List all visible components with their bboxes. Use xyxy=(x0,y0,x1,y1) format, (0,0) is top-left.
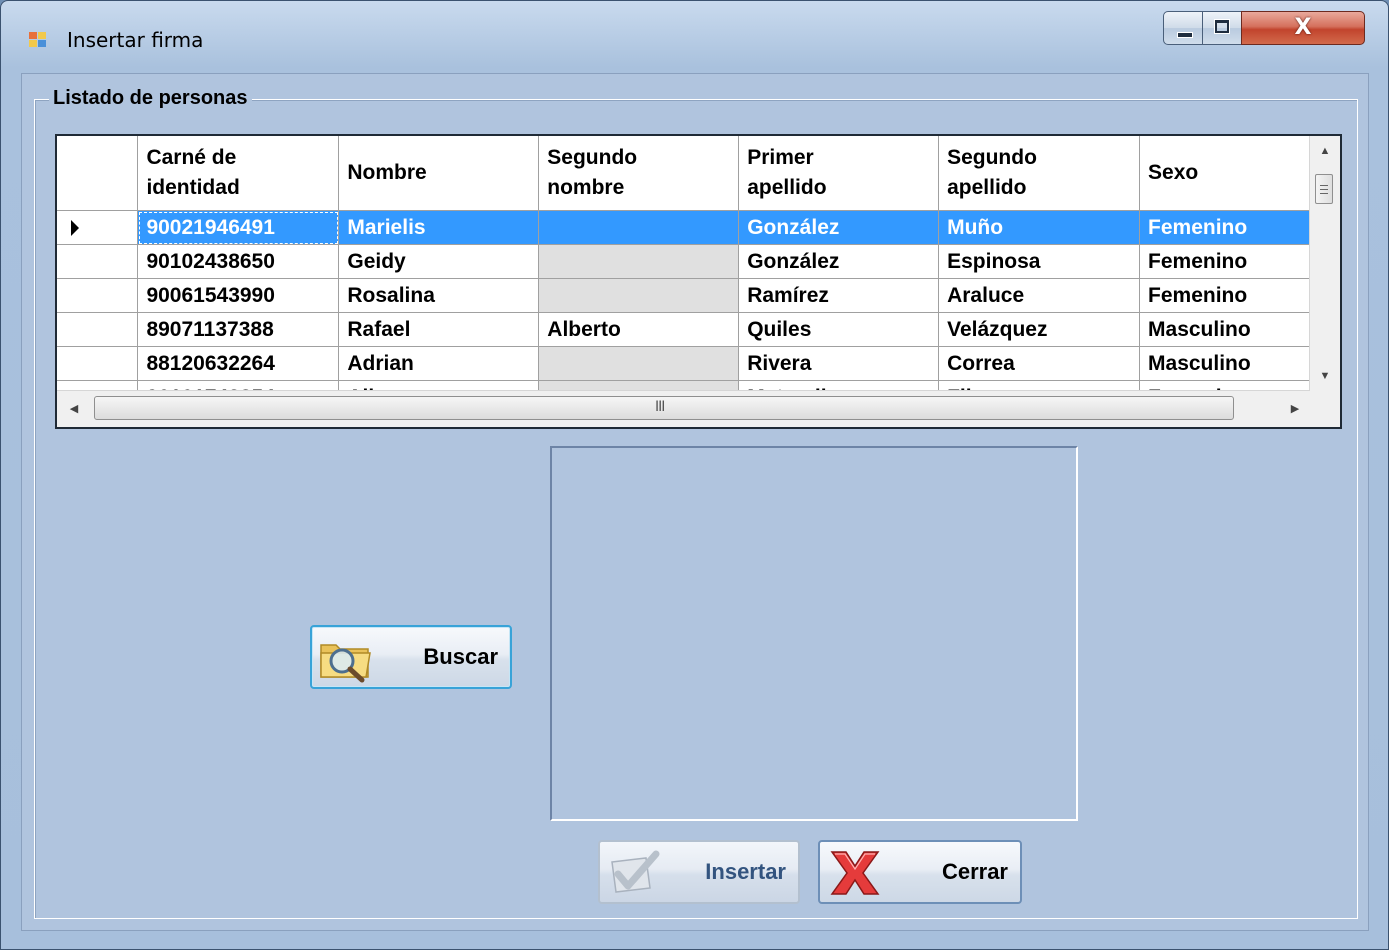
horizontal-scroll-thumb[interactable]: III xyxy=(94,396,1234,420)
table-cell[interactable]: 88120632264 xyxy=(137,346,340,381)
table-row[interactable]: 88120632264 Adrian Rivera Correa Masculino xyxy=(57,346,1340,381)
row-header-cell[interactable] xyxy=(57,346,139,381)
folder-magnifier-icon xyxy=(320,644,371,683)
table-cell[interactable]: Velázquez xyxy=(938,312,1141,347)
vertical-scroll-thumb[interactable] xyxy=(1315,174,1333,204)
column-header-segundo-nombre[interactable]: Segundo nombre xyxy=(538,136,740,211)
close-icon: X xyxy=(1294,15,1312,40)
insertar-button[interactable]: Insertar xyxy=(598,840,800,904)
table-row[interactable]: 90061543990 Rosalina Ramírez Araluce Femenin… xyxy=(57,278,1340,313)
table-cell[interactable]: Araluce xyxy=(938,278,1141,313)
cerrar-button[interactable]: Cerrar xyxy=(818,840,1022,904)
grid-table: Carné de identidad Nombre Segundo nombre P… xyxy=(57,136,1340,415)
cerrar-button-label: Cerrar xyxy=(941,859,1008,884)
column-header-nombre[interactable]: Nombre xyxy=(338,136,540,211)
horizontal-scrollbar[interactable]: ◀ III ▶ xyxy=(57,390,1310,427)
scrollbar-corner xyxy=(1307,391,1340,427)
table-cell[interactable]: Espinosa xyxy=(938,244,1141,279)
title-bar[interactable]: Insertar firma X xyxy=(1,1,1388,71)
minimize-icon xyxy=(1177,32,1193,38)
red-x-icon xyxy=(830,851,880,895)
signature-picture-box xyxy=(550,446,1078,821)
maximize-icon xyxy=(1214,19,1230,34)
table-row[interactable]: 90021946491 Marielis González Muño Femenino xyxy=(57,210,1340,245)
grid-header-row: Carné de identidad Nombre Segundo nombre P… xyxy=(57,136,1340,211)
scroll-left-arrow-icon[interactable]: ◀ xyxy=(59,391,89,427)
form-client-area: Listado de personas Carné de identidad No… xyxy=(21,73,1369,931)
table-row[interactable]: 89071137388 Rafael Alberto Quiles Velázquez M… xyxy=(57,312,1340,347)
table-cell[interactable]: Marielis xyxy=(338,210,540,245)
close-button[interactable]: X xyxy=(1241,11,1365,45)
table-cell[interactable]: González xyxy=(738,210,940,245)
table-row[interactable]: 90102438650 Geidy González Espinosa Femenino xyxy=(57,244,1340,279)
table-cell[interactable]: Rivera xyxy=(738,346,940,381)
table-cell[interactable] xyxy=(538,278,740,313)
scroll-grip-icon: III xyxy=(655,399,665,415)
table-cell[interactable] xyxy=(538,210,740,245)
window: Insertar firma X Listado de personas Car… xyxy=(0,0,1389,950)
scroll-up-arrow-icon[interactable]: ▲ xyxy=(1310,136,1340,166)
table-cell[interactable]: González xyxy=(738,244,940,279)
table-cell[interactable]: Geidy xyxy=(338,244,540,279)
row-header-cell[interactable] xyxy=(57,210,139,245)
maximize-button[interactable] xyxy=(1202,11,1242,45)
table-cell[interactable] xyxy=(538,244,740,279)
row-header-cell[interactable] xyxy=(57,278,139,313)
table-cell[interactable]: Adrian xyxy=(338,346,540,381)
table-cell[interactable]: Alberto xyxy=(538,312,740,347)
checkmark-icon xyxy=(611,850,660,893)
current-row-arrow-icon xyxy=(71,220,79,237)
row-header-cell[interactable] xyxy=(57,312,139,347)
buscar-button-label: Buscar xyxy=(423,644,498,669)
vertical-scrollbar[interactable]: ▲ ▼ xyxy=(1309,136,1340,391)
table-cell[interactable]: 89071137388 xyxy=(137,312,340,347)
table-cell[interactable]: 90021946491 xyxy=(137,210,340,245)
column-header-carne[interactable]: Carné de identidad xyxy=(137,136,340,211)
table-cell[interactable]: Rafael xyxy=(338,312,540,347)
app-form-icon[interactable] xyxy=(29,32,47,48)
table-cell[interactable]: Muño xyxy=(938,210,1141,245)
window-title: Insertar firma xyxy=(67,28,204,52)
scroll-down-arrow-icon[interactable]: ▼ xyxy=(1310,361,1340,391)
column-header-primer-apellido[interactable]: Primer apellido xyxy=(738,136,940,211)
minimize-button[interactable] xyxy=(1163,11,1203,45)
buscar-button[interactable]: Buscar xyxy=(310,625,512,689)
row-header-cell[interactable] xyxy=(57,244,139,279)
row-header-corner[interactable] xyxy=(57,136,139,211)
insertar-button-label: Insertar xyxy=(705,859,786,884)
table-cell[interactable]: 90102438650 xyxy=(137,244,340,279)
groupbox-label: Listado de personas xyxy=(49,87,252,110)
table-cell[interactable]: Rosalina xyxy=(338,278,540,313)
table-cell[interactable]: Quiles xyxy=(738,312,940,347)
personas-data-grid[interactable]: Carné de identidad Nombre Segundo nombre P… xyxy=(55,134,1342,429)
table-cell[interactable]: 90061543990 xyxy=(137,278,340,313)
scroll-right-arrow-icon[interactable]: ▶ xyxy=(1280,391,1310,427)
table-cell[interactable]: Correa xyxy=(938,346,1141,381)
table-cell[interactable] xyxy=(538,346,740,381)
table-cell[interactable]: Ramírez xyxy=(738,278,940,313)
column-header-segundo-apellido[interactable]: Segundo apellido xyxy=(938,136,1141,211)
